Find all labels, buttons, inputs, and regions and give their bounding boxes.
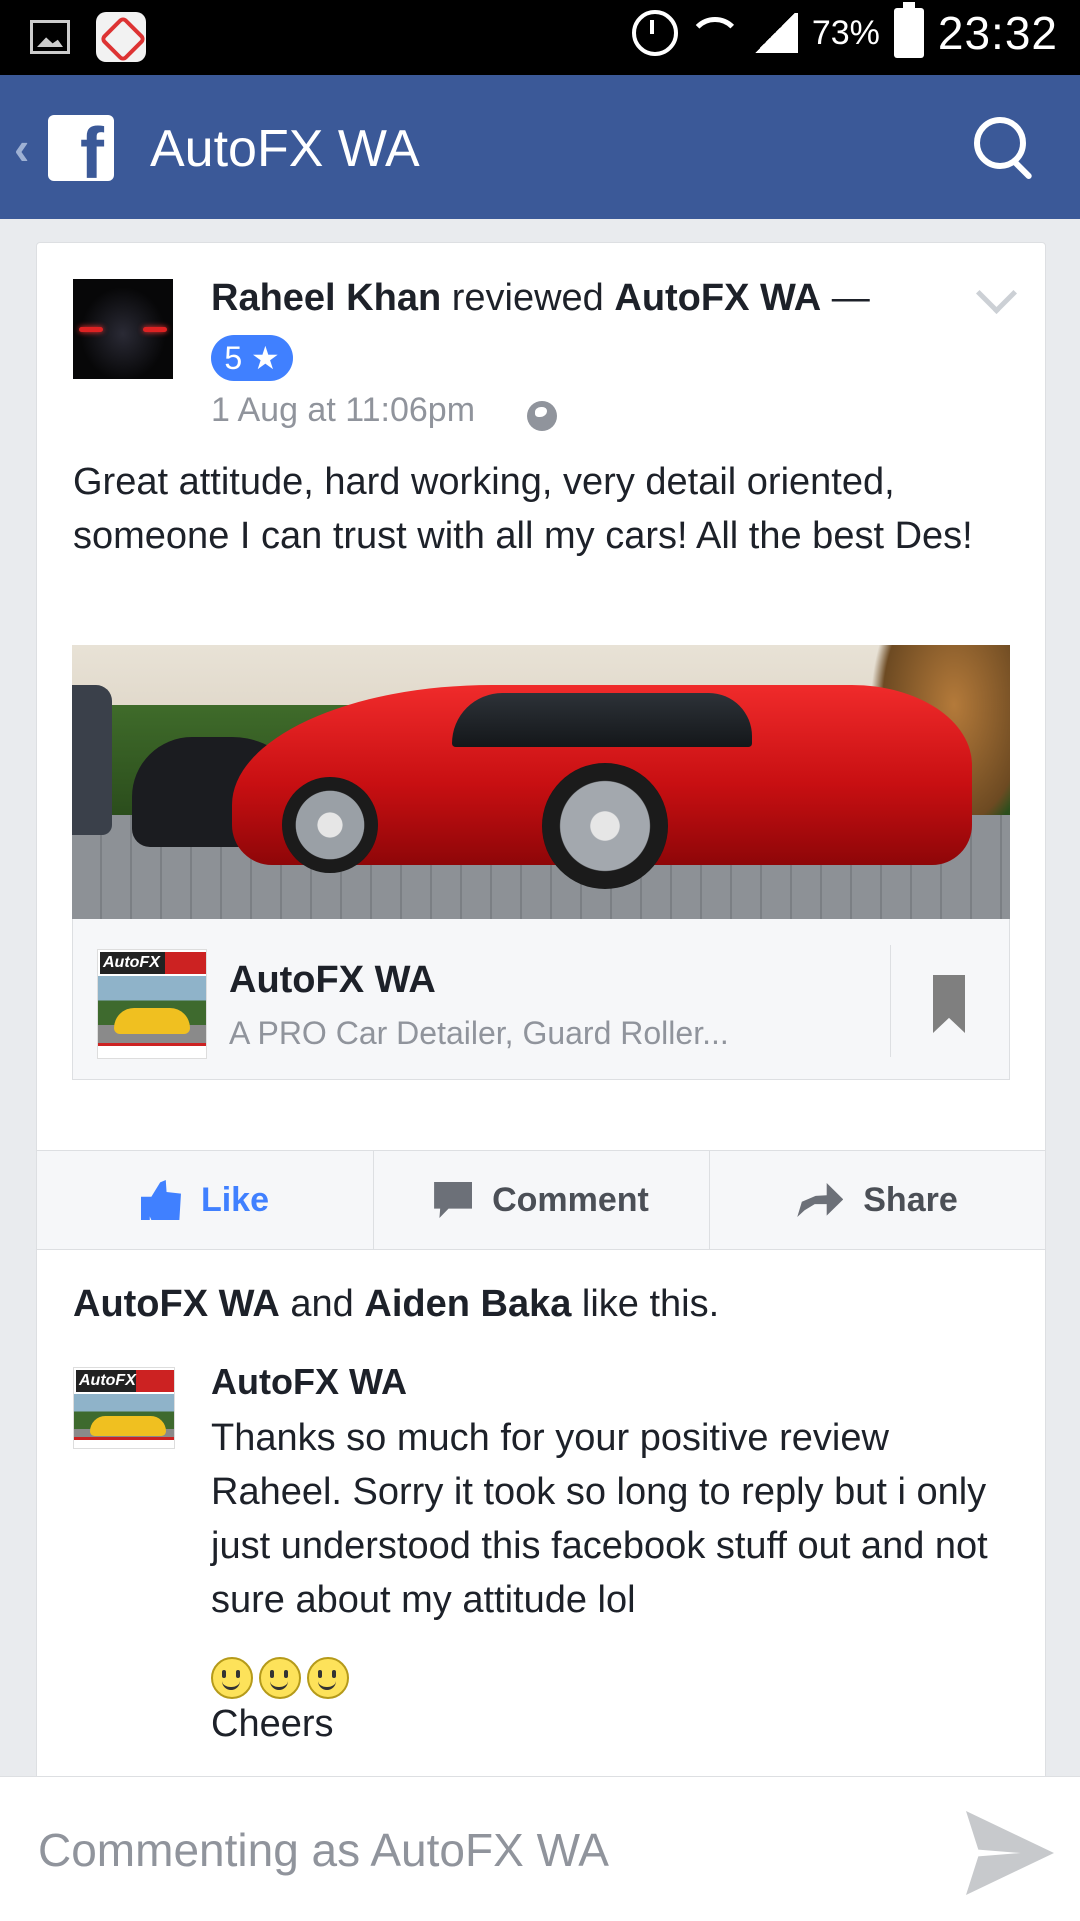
search-icon[interactable] [970, 113, 1040, 183]
review-post-card: Raheel Khan reviewed AutoFX WA — 5 ★ 1 A… [36, 242, 1046, 1784]
reviewed-page-name[interactable]: AutoFX WA [614, 277, 821, 319]
app-icon [96, 12, 146, 62]
post-header: Raheel Khan reviewed AutoFX WA — [211, 277, 870, 320]
author-avatar[interactable] [73, 279, 173, 379]
share-button[interactable]: Share [709, 1151, 1045, 1249]
battery-icon [893, 2, 924, 58]
wifi-icon [692, 13, 738, 53]
share-label: Share [863, 1180, 958, 1219]
comment-input[interactable] [36, 1811, 940, 1889]
status-bar: 73% 23:32 [0, 0, 1080, 75]
header-dash: — [821, 277, 870, 319]
bookmark-icon[interactable] [933, 975, 965, 1033]
smiley-icon [259, 1657, 301, 1699]
comment-label: Comment [492, 1180, 649, 1219]
comment-icon [434, 1182, 473, 1218]
comment-button[interactable]: Comment [373, 1151, 709, 1249]
post-photo[interactable] [72, 645, 1010, 919]
like-icon [140, 1180, 181, 1220]
author-name[interactable]: Raheel Khan [211, 277, 441, 319]
comment-composer [0, 1776, 1080, 1921]
smiley-row [211, 1657, 349, 1699]
facebook-logo-icon[interactable]: f [48, 115, 114, 181]
back-chevron-icon[interactable]: ‹ [14, 121, 29, 175]
likes-summary[interactable]: AutoFX WA and Aiden Baka like this. [73, 1283, 719, 1326]
share-icon [797, 1183, 844, 1217]
like-label: Like [200, 1180, 270, 1219]
signal-icon [751, 13, 798, 53]
smiley-icon [307, 1657, 349, 1699]
clock: 23:32 [937, 7, 1058, 59]
post-action-text: reviewed [441, 277, 615, 319]
commenter-avatar[interactable]: AutoFX [73, 1367, 175, 1449]
comment-signoff: Cheers [211, 1703, 334, 1745]
image-icon [30, 20, 70, 54]
liker-name[interactable]: AutoFX WA [73, 1283, 280, 1325]
page-thumbnail: AutoFX [97, 949, 207, 1059]
app-bar: ‹ f AutoFX WA [0, 75, 1080, 219]
post-text: Great attitude, hard working, very detai… [73, 461, 973, 557]
like-button[interactable]: Like [37, 1151, 373, 1249]
avatar-logo-text: AutoFX [76, 1370, 174, 1392]
dropdown-chevron-icon[interactable] [975, 272, 1018, 315]
thumbnail-logo-text: AutoFX [100, 952, 206, 974]
battery-percent: 73% [811, 13, 880, 52]
post-timestamp[interactable]: 1 Aug at 11:06pm [211, 391, 475, 430]
send-icon[interactable] [966, 1811, 1054, 1895]
rating-badge: 5 ★ [211, 335, 293, 381]
link-title: AutoFX WA [229, 959, 436, 1001]
link-subtitle: A PRO Car Detailer, Guard Roller... [229, 1015, 729, 1051]
comment-text: Thanks so much for your positive review … [211, 1417, 988, 1621]
post-action-bar: Like Comment Share [37, 1150, 1045, 1250]
globe-icon [527, 401, 557, 431]
comment-author[interactable]: AutoFX WA [211, 1361, 407, 1403]
smiley-icon [211, 1657, 253, 1699]
alarm-icon [631, 10, 678, 56]
page-title: AutoFX WA [150, 120, 420, 178]
liker-name[interactable]: Aiden Baka [364, 1283, 571, 1325]
page-link-preview[interactable]: AutoFX AutoFX WA A PRO Car Detailer, Gua… [72, 919, 1010, 1080]
